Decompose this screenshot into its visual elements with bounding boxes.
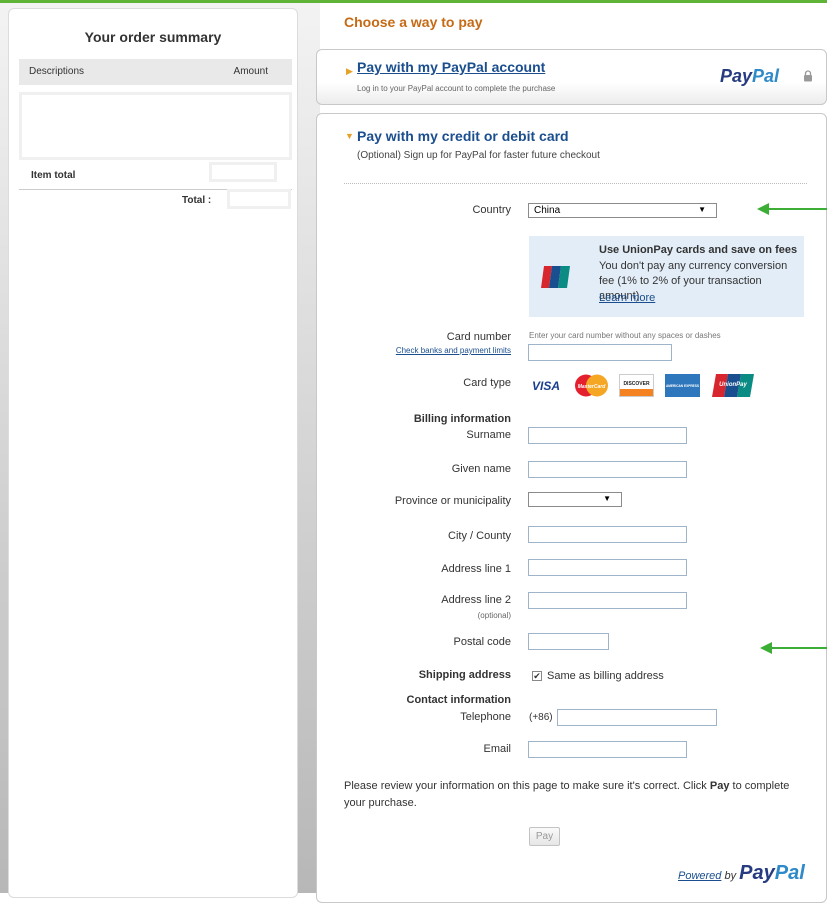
mastercard-icon: MasterCard bbox=[574, 374, 609, 397]
card-number-hint: Enter your card number without any space… bbox=[529, 331, 721, 340]
card-type-label: Card type bbox=[463, 377, 511, 389]
surname-label: Surname bbox=[466, 429, 511, 441]
province-label: Province or municipality bbox=[394, 495, 511, 507]
item-total-value-redacted bbox=[209, 162, 277, 182]
visa-icon: VISA bbox=[532, 379, 560, 393]
address-line-1-label: Address line 1 bbox=[441, 563, 511, 575]
address-line-1-input[interactable] bbox=[528, 559, 687, 576]
paypal-logo: PayPal bbox=[720, 66, 779, 87]
footer-logo-pay: Pay bbox=[739, 862, 775, 884]
country-select-value: China bbox=[534, 205, 561, 216]
unionpay-card-label: UnionPay bbox=[719, 382, 747, 388]
annotation-arrow-icon bbox=[760, 642, 827, 654]
given-name-label: Given name bbox=[451, 463, 511, 475]
chevron-down-icon: ▼ bbox=[603, 494, 611, 503]
email-input[interactable] bbox=[528, 741, 687, 758]
province-select[interactable]: ▼ bbox=[528, 492, 622, 507]
shipping-address-label: Shipping address bbox=[418, 669, 511, 681]
discover-label: DISCOVER bbox=[623, 381, 650, 387]
review-text-before: Please review your information on this p… bbox=[344, 780, 710, 792]
unionpay-card-icon: UnionPay bbox=[712, 374, 754, 397]
footer-logo-pal: Pal bbox=[774, 862, 805, 884]
same-as-billing-checkbox[interactable]: ✔ bbox=[532, 671, 542, 681]
card-number-label: Card number bbox=[446, 331, 511, 343]
summary-table-header: Descriptions Amount bbox=[19, 59, 292, 85]
card-number-input[interactable] bbox=[528, 344, 672, 361]
powered-by-paypal: Powered by PayPal bbox=[678, 862, 805, 885]
powered-link[interactable]: Powered bbox=[678, 870, 721, 882]
paypal-logo-pay: Pay bbox=[720, 66, 753, 86]
amex-label: AMERICAN EXPRESS bbox=[666, 384, 699, 388]
total-value-redacted bbox=[227, 189, 291, 209]
phone-prefix: (+86) bbox=[529, 712, 553, 723]
choose-payment-heading: Choose a way to pay bbox=[344, 14, 483, 30]
postal-code-label: Postal code bbox=[453, 636, 511, 648]
unionpay-promo: Use UnionPay cards and save on fees You … bbox=[529, 236, 804, 317]
descriptions-header: Descriptions bbox=[29, 66, 85, 77]
item-total-label: Item total bbox=[31, 170, 76, 181]
collapsed-triangle-icon: ▶ bbox=[346, 66, 353, 76]
card-option-subtitle: (Optional) Sign up for PayPal for faster… bbox=[357, 150, 600, 161]
visa-label: VISA bbox=[532, 379, 560, 393]
chevron-down-icon: ▼ bbox=[698, 205, 706, 214]
expanded-triangle-icon: ▼ bbox=[345, 131, 354, 141]
summary-items-box bbox=[19, 92, 292, 160]
powered-by-word: by bbox=[721, 870, 740, 882]
same-as-billing-label: Same as billing address bbox=[547, 670, 664, 682]
annotation-arrow-icon bbox=[757, 203, 827, 215]
check-banks-link[interactable]: Check banks and payment limits bbox=[331, 346, 511, 355]
city-input[interactable] bbox=[528, 526, 687, 543]
address-line-2-input[interactable] bbox=[528, 592, 687, 609]
pay-with-card-heading[interactable]: Pay with my credit or debit card bbox=[357, 128, 569, 144]
total-label: Total : bbox=[182, 195, 212, 206]
review-notice: Please review your information on this p… bbox=[344, 778, 804, 812]
country-select[interactable]: China ▼ bbox=[528, 203, 717, 218]
telephone-input[interactable] bbox=[557, 709, 717, 726]
optional-hint: (optional) bbox=[477, 611, 511, 620]
unionpay-title: Use UnionPay cards and save on fees bbox=[599, 244, 798, 256]
surname-input[interactable] bbox=[528, 427, 687, 444]
review-pay-word: Pay bbox=[709, 780, 730, 792]
amex-icon: AMERICAN EXPRESS bbox=[665, 374, 700, 397]
order-summary-panel: Your order summary Descriptions Amount I… bbox=[8, 8, 298, 898]
paypal-logo-pal: Pal bbox=[752, 66, 780, 86]
email-label: Email bbox=[483, 743, 511, 755]
city-label: City / County bbox=[448, 530, 511, 542]
postal-code-input[interactable] bbox=[528, 633, 609, 650]
lock-icon bbox=[804, 70, 812, 82]
unionpay-logo-icon bbox=[541, 266, 570, 288]
footer-paypal-logo: PayPal bbox=[739, 862, 805, 884]
dotted-divider bbox=[344, 183, 807, 184]
mastercard-label: MasterCard bbox=[578, 384, 606, 390]
learn-more-link[interactable]: Learn more bbox=[599, 292, 655, 304]
contact-information-heading: Contact information bbox=[406, 694, 512, 706]
telephone-label: Telephone bbox=[460, 711, 511, 723]
given-name-input[interactable] bbox=[528, 461, 687, 478]
address-line-2-label: Address line 2 bbox=[441, 594, 511, 606]
billing-information-heading: Billing information bbox=[413, 413, 511, 425]
discover-icon: DISCOVER bbox=[619, 374, 654, 397]
pay-button[interactable]: Pay bbox=[529, 827, 560, 846]
paypal-option-subtitle: Log in to your PayPal account to complet… bbox=[357, 84, 556, 93]
country-label: Country bbox=[472, 204, 511, 216]
amount-header: Amount bbox=[233, 66, 268, 77]
pay-with-paypal-link[interactable]: Pay with my PayPal account bbox=[357, 59, 545, 75]
order-summary-title: Your order summary bbox=[84, 29, 222, 45]
